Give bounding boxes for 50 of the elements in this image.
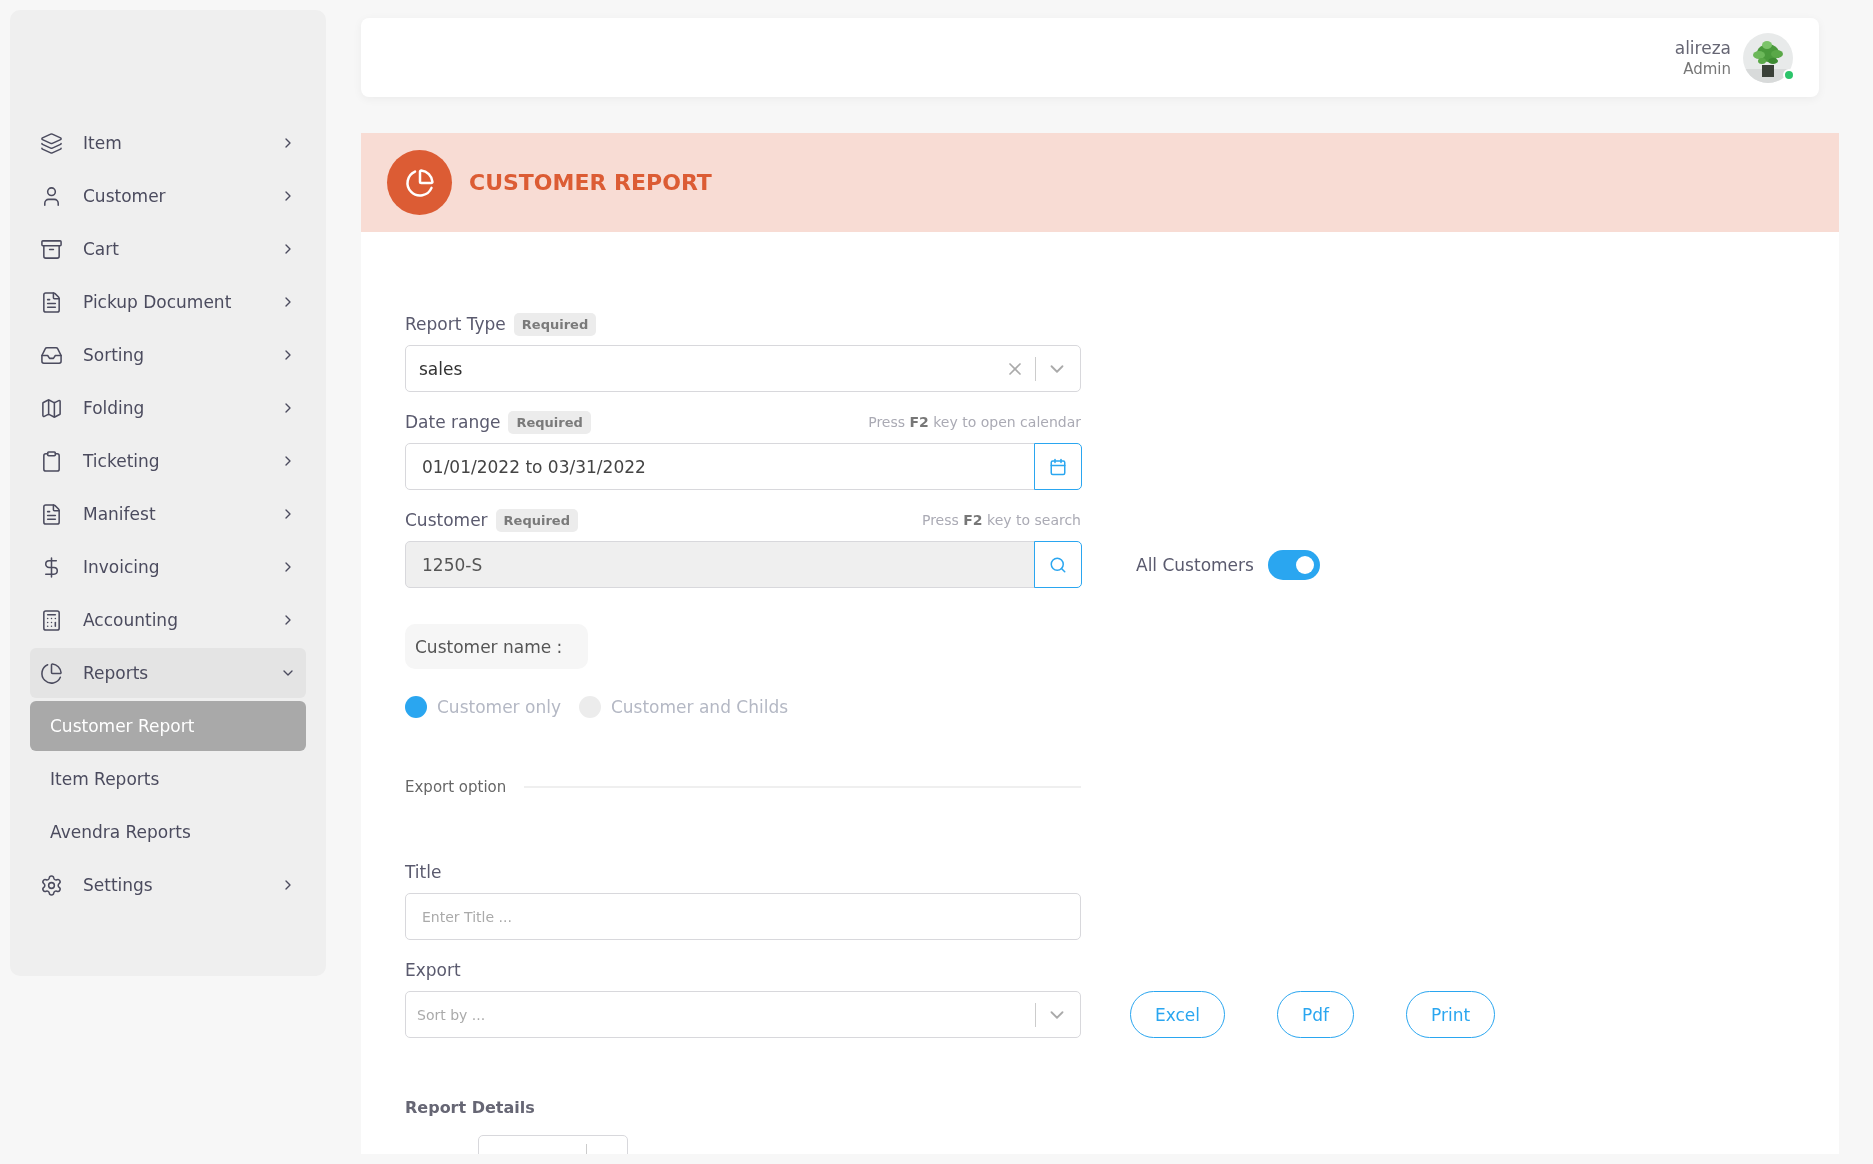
menu-icon <box>40 873 63 897</box>
field-hint: Press F2 key to open calendar <box>868 414 1081 430</box>
radio-label: Customer and Childs <box>610 697 789 717</box>
field-label: Date range <box>405 412 501 432</box>
required-tag: Required <box>513 312 597 336</box>
sidebar-item[interactable]: Reports <box>30 648 306 698</box>
calendar-button[interactable] <box>1033 443 1082 490</box>
sidebar-item[interactable]: Manifest <box>30 489 306 539</box>
section-heading: Report Details <box>405 1098 536 1117</box>
calendar-icon <box>1048 457 1067 476</box>
radio-button[interactable] <box>405 696 427 718</box>
field-label: Export <box>405 960 461 980</box>
submenu-item[interactable]: Item Reports <box>30 754 306 804</box>
sidebar-item[interactable]: Folding <box>30 383 306 433</box>
page-title: CUSTOMER REPORT <box>469 170 712 195</box>
sidebar-item[interactable]: Ticketing <box>30 436 306 486</box>
date-range-field[interactable]: 01/01/2022 to 03/31/2022 <box>405 443 1081 490</box>
required-tag: Required <box>495 508 578 532</box>
user-name: alireza <box>1674 37 1731 58</box>
sidebar-item[interactable]: Sorting <box>30 330 306 380</box>
sidebar-item[interactable]: Cart <box>30 224 306 274</box>
toggle-label: All Customers <box>1136 554 1254 575</box>
field-label: Title <box>405 862 442 882</box>
sidebar-item[interactable]: Settings <box>30 860 306 910</box>
submenu-item[interactable]: Avendra Reports <box>30 807 306 857</box>
sidebar-item[interactable]: Pickup Document <box>30 277 306 327</box>
menu-icon <box>40 661 63 685</box>
report-type-select[interactable]: sales <box>405 345 1081 392</box>
field-label: Report Type <box>405 314 506 334</box>
sidebar-item[interactable]: Item <box>30 118 306 168</box>
menu-icon <box>40 608 63 632</box>
required-tag: Required <box>508 410 591 434</box>
search-icon <box>1048 555 1067 574</box>
section-label: Export option <box>405 778 507 796</box>
sidebar-item[interactable]: Customer <box>30 171 306 221</box>
menu-icon <box>40 449 63 473</box>
sidebar-item[interactable]: Accounting <box>30 595 306 645</box>
sidebar-item[interactable]: Invoicing <box>30 542 306 592</box>
menu-icon <box>40 290 63 314</box>
menu-icon <box>40 502 63 526</box>
user-role: Admin <box>1683 59 1731 78</box>
menu-icon <box>40 131 63 155</box>
customer-name-label: Customer name : <box>405 624 589 669</box>
all-customers-switch[interactable] <box>1267 549 1320 580</box>
field-hint: Press F2 key to search <box>921 512 1081 528</box>
radio-label: Customer only <box>437 697 561 717</box>
field-label: Customer <box>405 510 488 530</box>
menu-icon <box>40 237 63 261</box>
menu-icon <box>40 396 63 420</box>
title-input[interactable]: Enter Title ... <box>405 893 1081 940</box>
